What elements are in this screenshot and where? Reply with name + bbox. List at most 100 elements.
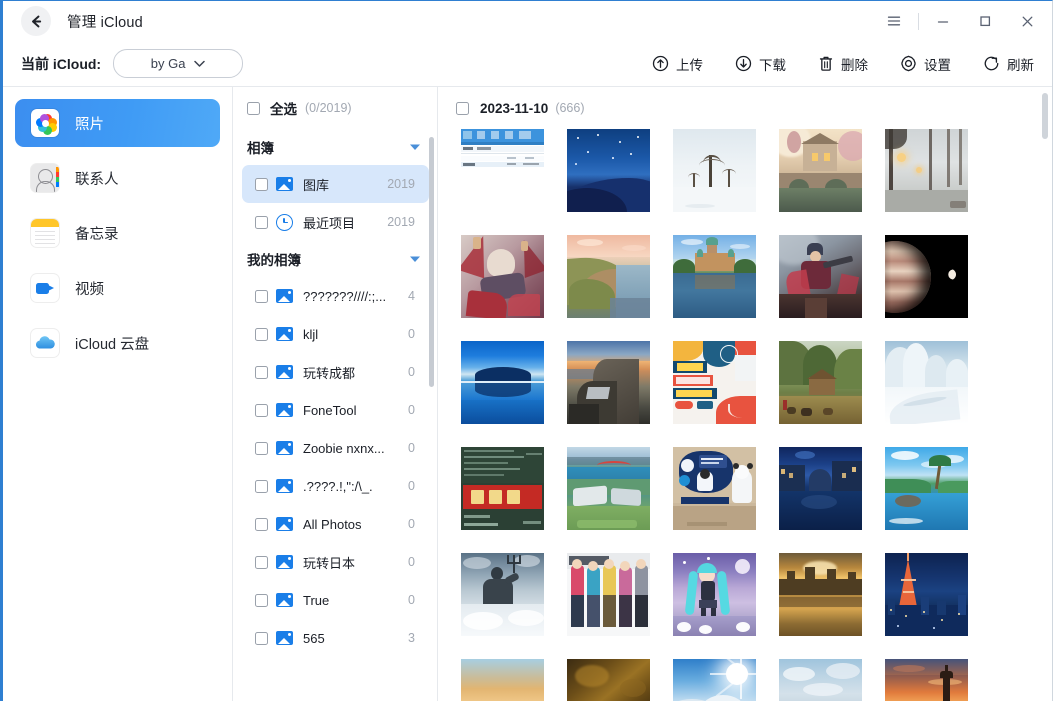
photo-thumbnail[interactable] <box>567 235 650 318</box>
sidebar-item-notes[interactable]: 备忘录 <box>15 209 220 257</box>
album-row-library[interactable]: 图库 2019 <box>242 165 429 203</box>
download-button[interactable]: 下载 <box>731 49 790 79</box>
album-row[interactable]: kljl 0 <box>242 315 429 353</box>
album-name: 玩转日本 <box>303 553 355 572</box>
photo-thumbnail[interactable] <box>461 341 544 424</box>
settings-button[interactable]: 设置 <box>896 49 955 79</box>
album-checkbox[interactable] <box>255 328 268 341</box>
close-button[interactable] <box>1006 1 1048 41</box>
photo-grid <box>438 129 1052 701</box>
controls-divider <box>918 13 919 30</box>
photo-thumbnail[interactable] <box>567 447 650 530</box>
download-cloud-icon <box>735 55 752 72</box>
photo-thumbnail[interactable] <box>673 553 756 636</box>
account-name: by Ga <box>151 56 186 71</box>
refresh-button[interactable]: 刷新 <box>979 49 1038 79</box>
back-button[interactable] <box>21 6 51 36</box>
date-group-checkbox[interactable] <box>456 102 469 115</box>
select-all-row[interactable]: 全选 (0/2019) <box>234 87 437 129</box>
albums-panel: 全选 (0/2019) 相簿 图库 2019 最近项目 2019 我的相簿 <box>234 87 438 701</box>
sidebar-item-label: 照片 <box>75 113 104 134</box>
photo-thumbnail[interactable] <box>885 447 968 530</box>
photo-thumbnail[interactable] <box>779 553 862 636</box>
photo-thumbnail[interactable] <box>885 235 968 318</box>
album-row[interactable]: Zoobie nxnx... 0 <box>242 429 429 467</box>
sidebar-item-icloud-drive[interactable]: iCloud 云盘 <box>15 319 220 367</box>
photo-thumbnail[interactable] <box>461 129 544 212</box>
hamburger-menu-button[interactable] <box>873 1 915 41</box>
album-checkbox[interactable] <box>255 178 268 191</box>
photo-thumbnail[interactable] <box>779 447 862 530</box>
date-group-count: (666) <box>555 101 584 115</box>
album-row[interactable]: 玩转日本 0 <box>242 543 429 581</box>
album-checkbox[interactable] <box>255 518 268 531</box>
album-group-header-system[interactable]: 相簿 <box>234 129 437 165</box>
album-name: kljl <box>303 327 318 342</box>
photo-thumbnail[interactable] <box>885 129 968 212</box>
album-row[interactable]: True 0 <box>242 581 429 619</box>
photo-thumbnail[interactable] <box>779 129 862 212</box>
album-row[interactable]: 玩转成都 0 <box>242 353 429 391</box>
album-row[interactable]: ???????////:;... 4 <box>242 277 429 315</box>
album-row[interactable]: All Photos 0 <box>242 505 429 543</box>
upload-label: 上传 <box>676 54 703 74</box>
album-group-title: 相簿 <box>247 137 274 157</box>
photo-thumbnail[interactable] <box>461 447 544 530</box>
album-checkbox[interactable] <box>255 442 268 455</box>
album-group-header-mine[interactable]: 我的相簿 <box>234 241 437 277</box>
photo-thumbnail[interactable] <box>567 129 650 212</box>
date-group-header[interactable]: 2023-11-10 (666) <box>438 87 1052 129</box>
photo-thumbnail[interactable] <box>461 235 544 318</box>
album-row[interactable]: FoneTool 0 <box>242 391 429 429</box>
photo-thumbnail[interactable] <box>673 447 756 530</box>
sidebar-item-photos[interactable]: 照片 <box>15 99 220 147</box>
sub-header: 当前 iCloud: by Ga 上传 下载 <box>3 41 1052 87</box>
album-name: 玩转成都 <box>303 363 355 382</box>
albums-scrollbar-thumb[interactable] <box>429 137 434 387</box>
album-checkbox[interactable] <box>255 594 268 607</box>
photo-thumbnail[interactable] <box>673 235 756 318</box>
album-row-recents[interactable]: 最近项目 2019 <box>242 203 429 241</box>
account-selector[interactable]: by Ga <box>113 49 243 78</box>
minimize-icon <box>936 14 950 28</box>
album-checkbox[interactable] <box>255 556 268 569</box>
album-count: 0 <box>408 365 415 379</box>
photo-thumbnail[interactable] <box>673 341 756 424</box>
select-all-checkbox[interactable] <box>247 102 260 115</box>
photo-thumbnail[interactable] <box>567 659 650 701</box>
video-app-icon <box>31 274 59 302</box>
photo-thumbnail[interactable] <box>673 129 756 212</box>
photo-thumbnail[interactable] <box>885 341 968 424</box>
maximize-button[interactable] <box>964 1 1006 41</box>
photo-thumbnail[interactable] <box>779 341 862 424</box>
album-checkbox[interactable] <box>255 290 268 303</box>
notes-app-icon <box>31 219 59 247</box>
photo-thumbnail[interactable] <box>885 659 968 701</box>
sidebar-item-contacts[interactable]: 联系人 <box>15 154 220 202</box>
grid-scrollbar-thumb[interactable] <box>1042 93 1048 139</box>
upload-button[interactable]: 上传 <box>648 49 707 79</box>
window-controls <box>873 1 1048 41</box>
photo-thumbnail[interactable] <box>567 553 650 636</box>
photo-thumbnail[interactable] <box>567 341 650 424</box>
album-checkbox[interactable] <box>255 404 268 417</box>
photo-thumbnail[interactable] <box>779 659 862 701</box>
album-checkbox[interactable] <box>255 480 268 493</box>
minimize-button[interactable] <box>922 1 964 41</box>
photo-thumbnail[interactable] <box>461 553 544 636</box>
delete-button[interactable]: 删除 <box>814 49 872 79</box>
album-checkbox[interactable] <box>255 632 268 645</box>
photo-thumbnail[interactable] <box>779 235 862 318</box>
sidebar-item-videos[interactable]: 视频 <box>15 264 220 312</box>
album-name: True <box>303 593 329 608</box>
window-title: 管理 iCloud <box>67 11 143 32</box>
download-label: 下载 <box>759 54 786 74</box>
photo-thumbnail[interactable] <box>461 659 544 701</box>
album-row[interactable]: .????.!,":/\_. 0 <box>242 467 429 505</box>
album-row[interactable]: 565 3 <box>242 619 429 657</box>
photo-thumbnail[interactable] <box>673 659 756 701</box>
album-checkbox[interactable] <box>255 366 268 379</box>
photo-thumbnail[interactable] <box>885 553 968 636</box>
album-checkbox[interactable] <box>255 216 268 229</box>
photo-album-icon <box>276 289 293 303</box>
